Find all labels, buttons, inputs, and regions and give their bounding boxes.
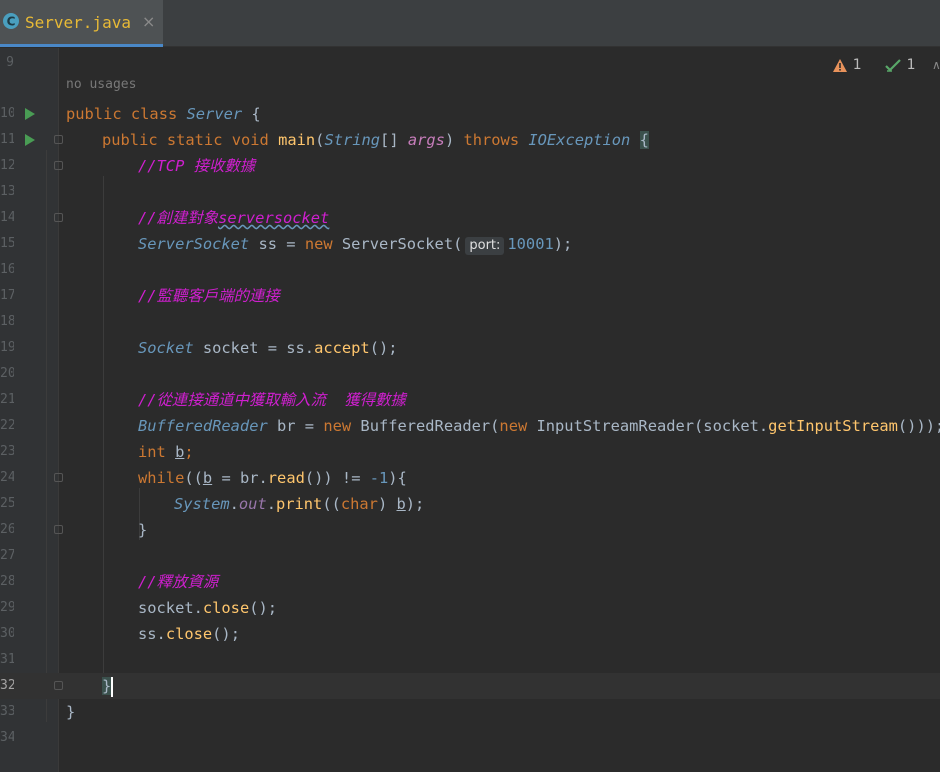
code-line: 9	[0, 50, 940, 76]
code-line: 17 //監聽客戶端的連接	[0, 283, 940, 309]
code-line: 31	[0, 647, 940, 673]
fold-marker-icon[interactable]	[54, 161, 63, 170]
code-text: public class Server {	[66, 105, 261, 123]
code-line: 14 //創建對象serversocket	[0, 205, 940, 231]
line-number: 12	[0, 158, 14, 173]
code-line: 27	[0, 543, 940, 569]
code-comment: //TCP 接收數據	[138, 157, 256, 175]
code-line: 22 BufferedReader br = new BufferedReade…	[0, 413, 940, 439]
line-number: 24	[0, 470, 14, 485]
line-number: 33	[0, 704, 14, 719]
line-number: 19	[0, 340, 14, 355]
code-line: 28 //釋放資源	[0, 569, 940, 595]
line-number: 21	[0, 392, 14, 407]
line-number: 20	[0, 366, 14, 381]
fold-marker-icon[interactable]	[54, 473, 63, 482]
code-line: 19 Socket socket = ss.accept();	[0, 335, 940, 361]
line-number: 27	[0, 548, 14, 563]
line-number: 34	[0, 730, 14, 745]
run-icon[interactable]	[25, 134, 35, 146]
code-line: 20	[0, 361, 940, 387]
code-line: 24 while((b = br.read()) != -1){	[0, 465, 940, 491]
code-text: BufferedReader br = new BufferedReader(n…	[138, 417, 940, 435]
code-line: 21 //從連接通道中獲取輸入流 獲得數據	[0, 387, 940, 413]
line-number: 17	[0, 288, 14, 303]
code-line: 15 ServerSocket ss = new ServerSocket(po…	[0, 231, 940, 257]
code-text: socket.close();	[138, 599, 278, 617]
line-number: 28	[0, 574, 14, 589]
line-number: 25	[0, 496, 14, 511]
line-number: 18	[0, 314, 14, 329]
tab-title: Server.java	[25, 13, 131, 32]
fold-marker-icon[interactable]	[54, 525, 63, 534]
code-line: 18	[0, 309, 940, 335]
code-line: 13	[0, 179, 940, 205]
code-line: 11 public static void main(String[] args…	[0, 127, 940, 153]
code-line: 12 //TCP 接收數據	[0, 153, 940, 179]
code-line: 10 public class Server {	[0, 101, 940, 127]
code-text: while((b = br.read()) != -1){	[138, 469, 407, 487]
line-number: 16	[0, 262, 14, 277]
code-text: }	[138, 521, 148, 539]
code-line: 23 int b;	[0, 439, 940, 465]
code-editor[interactable]: 1 1 ∧ no usages 9 10 public class Server…	[0, 48, 940, 772]
usages-hint[interactable]: no usages	[66, 77, 136, 92]
code-line: 25 System.out.print((char) b);	[0, 491, 940, 517]
line-number: 10	[0, 106, 14, 121]
fold-marker-icon[interactable]	[54, 213, 63, 222]
line-number: 22	[0, 418, 14, 433]
tab-close-icon[interactable]: ×	[142, 12, 155, 31]
code-line: 30 ss.close();	[0, 621, 940, 647]
line-number: 29	[0, 600, 14, 615]
code-comment: //監聽客戶端的連接	[138, 287, 280, 305]
code-line-current: 32 }	[0, 673, 940, 699]
editor-tab-bar: C Server.java ×	[0, 0, 940, 47]
line-number: 14	[0, 210, 14, 225]
code-comment: //釋放資源	[138, 573, 219, 591]
line-number: 30	[0, 626, 14, 641]
code-line: 34	[0, 725, 940, 751]
code-text: ss.close();	[138, 625, 240, 643]
code-line: 16	[0, 257, 940, 283]
line-number: 13	[0, 184, 14, 199]
code-text: int b;	[138, 443, 194, 461]
fold-marker-icon[interactable]	[54, 681, 63, 690]
tab-server-java[interactable]: C Server.java ×	[0, 0, 163, 47]
code-line: 29 socket.close();	[0, 595, 940, 621]
code-line: 26 }	[0, 517, 940, 543]
line-number: 23	[0, 444, 14, 459]
code-comment: //創建對象serversocket	[138, 209, 330, 227]
line-number: 11	[0, 132, 14, 147]
java-class-icon: C	[3, 13, 19, 29]
code-text: public static void main(String[] args) t…	[102, 131, 649, 149]
line-number: 9	[6, 55, 14, 70]
text-cursor	[111, 676, 114, 697]
svg-text:C: C	[7, 15, 16, 29]
code-comment: //從連接通道中獲取輸入流 獲得數據	[138, 391, 406, 409]
run-icon[interactable]	[25, 108, 35, 120]
line-number: 32	[0, 678, 14, 693]
line-number: 15	[0, 236, 14, 251]
code-text: Socket socket = ss.accept();	[138, 339, 398, 357]
fold-marker-icon[interactable]	[54, 135, 63, 144]
line-number: 26	[0, 522, 14, 537]
code-line: 33 }	[0, 699, 940, 725]
line-number: 31	[0, 652, 14, 667]
code-text: System.out.print((char) b);	[174, 495, 425, 513]
code-text: }	[102, 676, 114, 697]
code-text: }	[66, 703, 76, 721]
code-text: ServerSocket ss = new ServerSocket(port:…	[138, 235, 573, 255]
param-hint: port:	[465, 237, 505, 255]
